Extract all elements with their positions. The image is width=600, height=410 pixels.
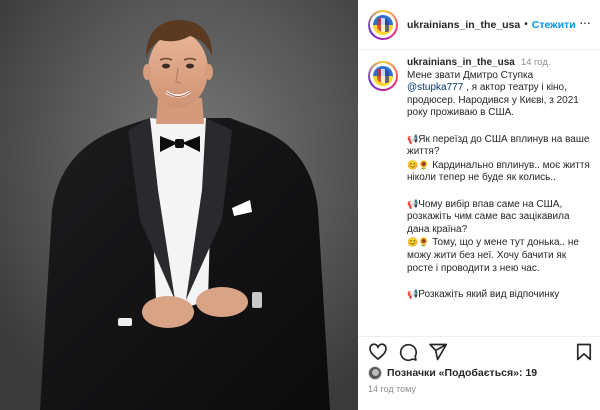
smile-sunflower-icon: 😊🌻	[407, 237, 430, 248]
account-logo-icon	[373, 14, 393, 35]
portrait-image	[0, 0, 358, 410]
liker-avatar	[368, 366, 382, 380]
caption-text: ukrainians_in_the_usa 14 год. Мене звати …	[407, 57, 592, 301]
caption-area[interactable]: ukrainians_in_the_usa 14 год. Мене звати …	[358, 51, 600, 337]
question-1: Як переїзд до США вплинув на ваше життя?	[407, 133, 590, 158]
question-2: Чому вибір впав саме на США, розкажіть ч…	[407, 198, 570, 235]
post-timestamp[interactable]: 14 год тому	[368, 384, 416, 394]
heart-icon[interactable]	[368, 342, 388, 362]
caption-comment: ukrainians_in_the_usa 14 год. Мене звати …	[358, 51, 600, 301]
account-username[interactable]: ukrainians_in_the_usa	[407, 19, 520, 31]
megaphone-icon: 📢	[407, 133, 419, 144]
share-icon[interactable]	[428, 342, 448, 362]
answer-1: Кардинально вплинув.. моє життя ніколи т…	[407, 159, 590, 184]
intro-text-1: Мене звати Дмитро Ступка	[407, 69, 534, 81]
account-logo-icon	[373, 66, 393, 86]
likes-count[interactable]: 19	[525, 367, 537, 379]
post-photo[interactable]	[0, 0, 358, 410]
post-side-panel: ukrainians_in_the_usa • Стежити ··· ukra…	[358, 0, 600, 410]
caption-avatar[interactable]	[368, 61, 398, 91]
megaphone-icon: 📢	[407, 198, 419, 209]
separator-dot: •	[524, 19, 528, 30]
more-options-icon[interactable]: ···	[579, 14, 591, 30]
likes-label: Позначки «Подобається»:	[387, 367, 523, 379]
action-bar	[358, 340, 600, 364]
mention-link[interactable]: @stupka777	[407, 82, 463, 93]
actions-divider	[358, 336, 600, 337]
account-avatar[interactable]	[368, 9, 398, 40]
answer-2: Тому, що у мене тут донька.. не можу жит…	[407, 237, 579, 274]
smile-sunflower-icon: 😊🌻	[407, 159, 430, 170]
comment-icon[interactable]	[398, 342, 418, 362]
likes-summary[interactable]: Позначки «Подобається»: 19	[368, 366, 537, 380]
caption-username[interactable]: ukrainians_in_the_usa	[407, 57, 515, 68]
post-header: ukrainians_in_the_usa • Стежити ···	[358, 0, 600, 50]
megaphone-icon: 📢	[407, 288, 419, 299]
follow-button[interactable]: Стежити	[532, 19, 576, 31]
bookmark-icon[interactable]	[574, 342, 594, 362]
caption-time[interactable]: 14 год.	[521, 57, 551, 68]
question-3: Розкажіть який вид відпочинку	[418, 288, 560, 300]
